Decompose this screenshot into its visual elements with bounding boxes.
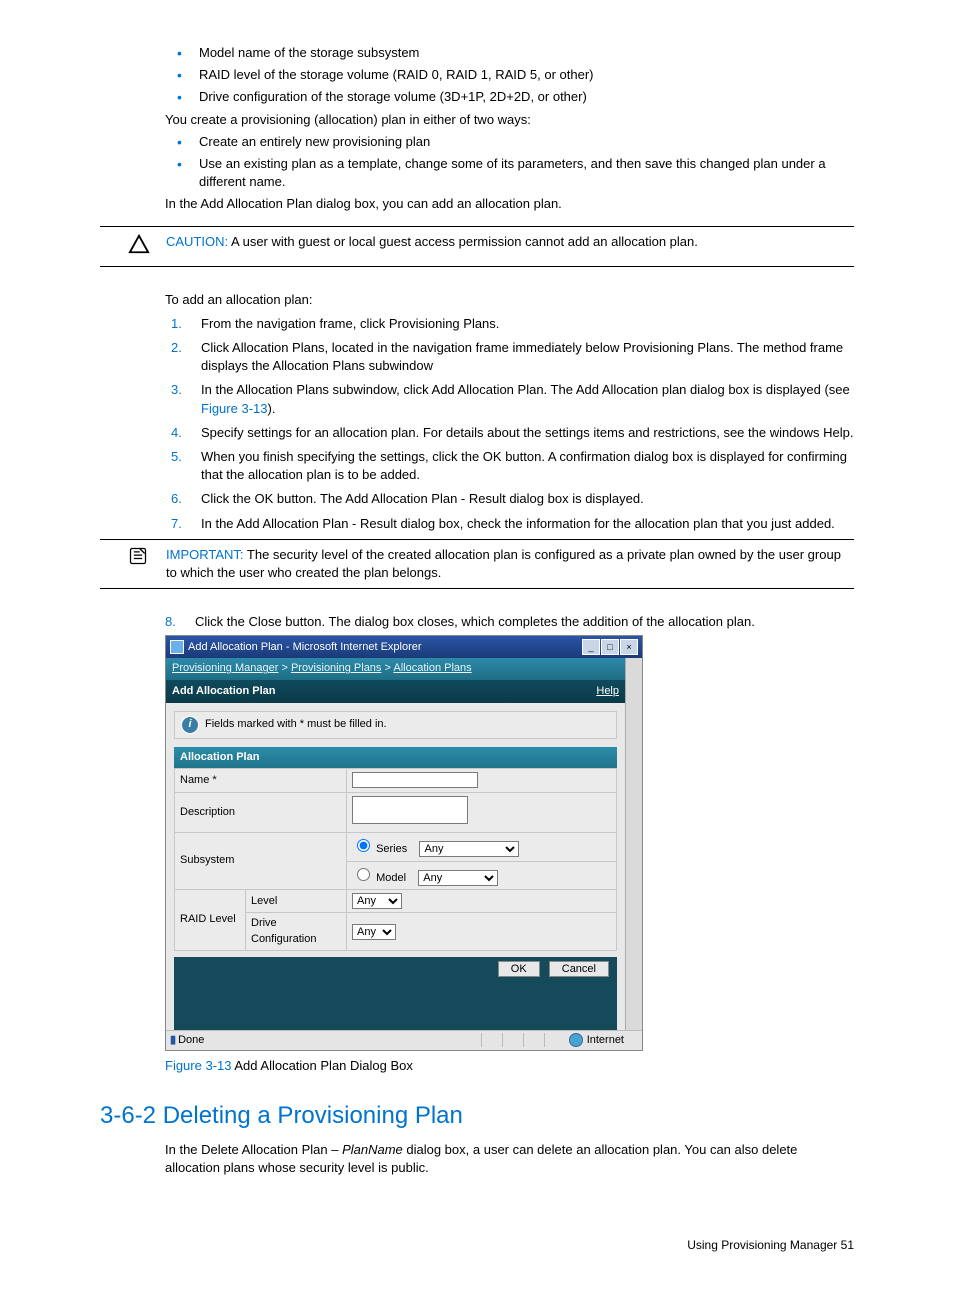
ok-button[interactable]: OK (498, 961, 540, 977)
step-item: Click the OK button. The Add Allocation … (195, 490, 854, 508)
cancel-button[interactable]: Cancel (549, 961, 609, 977)
caution-text: A user with guest or local guest access … (228, 234, 698, 249)
crumb-a[interactable]: Provisioning Manager (172, 662, 278, 674)
step-item: Click Allocation Plans, located in the n… (195, 339, 854, 375)
help-link[interactable]: Help (596, 684, 619, 699)
crumb-c[interactable]: Allocation Plans (393, 662, 471, 674)
model-radio[interactable] (357, 868, 370, 881)
list-item: Drive configuration of the storage volum… (195, 88, 854, 106)
dialog-header: Add Allocation Plan Help (166, 680, 625, 703)
form-table: Name * Description Subsystem Series (174, 768, 617, 951)
series-radio[interactable] (357, 839, 370, 852)
minimize-button[interactable]: _ (582, 639, 600, 655)
list-item: Model name of the storage subsystem (195, 44, 854, 62)
footer-text: Using Provisioning Manager (687, 1238, 840, 1252)
status-bar: ▮ Done Internet (166, 1030, 642, 1050)
step-text: In the Allocation Plans subwindow, click… (201, 382, 850, 397)
step-item: In the Add Allocation Plan - Result dial… (195, 515, 854, 533)
figure-container: Add Allocation Plan - Microsoft Internet… (165, 635, 854, 1075)
info-bar: i Fields marked with * must be filled in… (174, 711, 617, 739)
status-done: Done (178, 1033, 204, 1048)
para-to-add: To add an allocation plan: (165, 291, 854, 309)
ordered-steps: From the navigation frame, click Provisi… (165, 315, 854, 533)
drive-config-select[interactable]: Any (352, 924, 396, 940)
intro-bullets: Model name of the storage subsystem RAID… (165, 44, 854, 107)
list-item: Use an existing plan as a template, chan… (195, 155, 854, 191)
step-item: From the navigation frame, click Provisi… (195, 315, 854, 333)
section-heading: 3-6-2 Deleting a Provisioning Plan (100, 1099, 854, 1133)
info-text: Fields marked with * must be filled in. (205, 717, 387, 732)
para-create-ways: You create a provisioning (allocation) p… (165, 111, 854, 129)
info-icon: i (181, 716, 199, 734)
figure-caption: Figure 3-13 Add Allocation Plan Dialog B… (165, 1057, 854, 1075)
planname-var: PlanName (342, 1142, 403, 1157)
step8-number: 8. (165, 613, 195, 631)
caution-label: CAUTION: (166, 234, 228, 249)
para-add-dialog: In the Add Allocation Plan dialog box, y… (165, 195, 854, 213)
dialog-titlebar: Add Allocation Plan - Microsoft Internet… (166, 636, 642, 658)
section-header: Allocation Plan (174, 747, 617, 768)
vertical-scrollbar[interactable] (625, 658, 642, 1029)
name-label: Name * (175, 769, 347, 792)
breadcrumb: Provisioning Manager > Provisioning Plan… (166, 658, 625, 679)
model-label: Model (376, 872, 406, 884)
subsystem-label: Subsystem (175, 833, 347, 890)
ways-bullets: Create an entirely new provisioning plan… (165, 133, 854, 192)
internet-zone-icon (569, 1033, 583, 1047)
list-item: RAID level of the storage volume (RAID 0… (195, 66, 854, 84)
steps-block: To add an allocation plan: From the navi… (165, 291, 854, 533)
step-text: ). (267, 401, 275, 416)
crumb-b[interactable]: Provisioning Plans (291, 662, 382, 674)
level-select[interactable]: Any (352, 893, 402, 909)
add-allocation-dialog: Add Allocation Plan - Microsoft Internet… (165, 635, 643, 1051)
important-callout: IMPORTANT: The security level of the cre… (100, 539, 854, 589)
status-zone: Internet (587, 1033, 624, 1048)
figure-caption-text: Add Allocation Plan Dialog Box (231, 1058, 412, 1073)
step8-text: Click the Close button. The dialog box c… (195, 613, 854, 631)
ie-page-icon: ▮ (170, 1033, 176, 1048)
button-row: OK Cancel (174, 957, 617, 981)
step-item: Specify settings for an allocation plan.… (195, 424, 854, 442)
figure-link[interactable]: Figure 3-13 (201, 401, 267, 416)
level-label: Level (246, 890, 347, 913)
step-item: In the Allocation Plans subwindow, click… (195, 381, 854, 417)
maximize-button[interactable]: □ (601, 639, 619, 655)
list-item: Create an entirely new provisioning plan (195, 133, 854, 151)
delete-para: In the Delete Allocation Plan – PlanName… (165, 1141, 854, 1177)
description-input[interactable] (352, 796, 468, 824)
raid-label: RAID Level (175, 890, 246, 951)
intro-block: Model name of the storage subsystem RAID… (165, 44, 854, 214)
name-input[interactable] (352, 772, 478, 788)
ie-icon (170, 640, 184, 654)
note-icon (100, 546, 164, 582)
page-footer: Using Provisioning Manager 51 (100, 1237, 854, 1254)
description-label: Description (175, 792, 347, 832)
caution-callout: CAUTION: A user with guest or local gues… (100, 226, 854, 267)
model-select[interactable]: Any (418, 870, 498, 886)
series-label: Series (376, 843, 407, 855)
step8-row: 8. Click the Close button. The dialog bo… (165, 613, 854, 631)
important-label: IMPORTANT: (166, 547, 244, 562)
dialog-title: Add Allocation Plan - Microsoft Internet… (188, 640, 422, 655)
dialog-header-title: Add Allocation Plan (172, 684, 276, 699)
drive-config-label: Drive Configuration (246, 913, 347, 951)
close-button[interactable]: × (620, 639, 638, 655)
figure-label: Figure 3-13 (165, 1058, 231, 1073)
caution-icon (100, 233, 164, 260)
page-number: 51 (841, 1238, 854, 1252)
step-item: When you finish specifying the settings,… (195, 448, 854, 484)
series-select[interactable]: Any (419, 841, 519, 857)
dialog-filler (174, 982, 617, 1030)
important-text: The security level of the created alloca… (166, 547, 841, 580)
